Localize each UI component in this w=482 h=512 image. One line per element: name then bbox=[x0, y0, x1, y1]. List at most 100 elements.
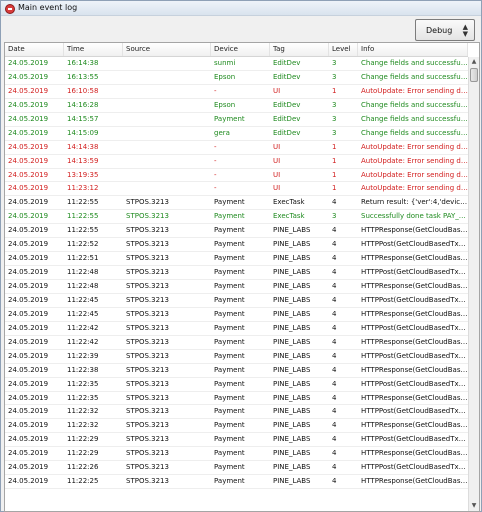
table-row[interactable]: 24.05.2019 11:22:48 STPOS.3213 Payment PINE_… bbox=[5, 266, 468, 280]
column-header-tag[interactable]: Tag bbox=[270, 43, 329, 56]
table-row[interactable]: 24.05.2019 14:15:09 gera EditDev 3 Change fie… bbox=[5, 127, 468, 141]
cell-date: 24.05.2019 bbox=[8, 72, 49, 81]
column-header-level[interactable]: Level bbox=[329, 43, 358, 56]
table-row[interactable]: 24.05.2019 11:22:51 STPOS.3213 Payment PINE_… bbox=[5, 252, 468, 267]
table-row[interactable]: 24.05.2019 11:22:35 STPOS.3213 Payment PINE_… bbox=[5, 378, 468, 392]
cell-level: 4 bbox=[332, 393, 337, 402]
table-row[interactable]: 24.05.2019 16:14:38 sunmi EditDev 3 Change fi… bbox=[5, 57, 468, 71]
table-row[interactable]: 24.05.2019 11:22:45 STPOS.3213 Payment PINE_… bbox=[5, 294, 468, 308]
table-row[interactable]: 24.05.2019 11:22:55 STPOS.3213 Payment PINE_… bbox=[5, 224, 468, 239]
cell-time: 14:16:28 bbox=[67, 100, 99, 109]
table-row[interactable]: 24.05.2019 11:23:12 - UI 1 AutoUpdate: Error … bbox=[5, 182, 468, 197]
cell-source bbox=[123, 113, 211, 126]
cell-source: STPOS.3213 bbox=[126, 421, 169, 430]
cell-tag: EditDev bbox=[273, 72, 301, 81]
table-row[interactable]: 24.05.2019 11:22:55 STPOS.3213 Payment ExecT… bbox=[5, 196, 468, 211]
table-row[interactable]: 24.05.2019 14:13:59 - UI 1 AutoUpdate: Error … bbox=[5, 155, 468, 169]
table-row[interactable]: 24.05.2019 11:22:42 STPOS.3213 Payment PINE_… bbox=[5, 322, 468, 336]
cell-tag: EditDev bbox=[273, 100, 301, 109]
cell-device: Payment bbox=[214, 365, 245, 374]
cell-time: 16:13:55 bbox=[67, 72, 99, 81]
cell-time: 11:22:39 bbox=[67, 351, 99, 360]
table-row[interactable]: 24.05.2019 11:22:39 STPOS.3213 Payment PINE_… bbox=[5, 350, 468, 364]
cell-info: HTTPPost(GetCloudBasedTxn... bbox=[361, 435, 468, 444]
cell-time: 11:22:35 bbox=[67, 393, 99, 402]
window-title: Main event log bbox=[18, 3, 78, 12]
cell-info: HTTPPost(GetCloudBasedTxn... bbox=[361, 295, 468, 304]
cell-tag: PINE_LABS bbox=[273, 463, 311, 472]
table-row[interactable]: 24.05.2019 11:22:32 STPOS.3213 Payment PINE_… bbox=[5, 405, 468, 420]
cell-date: 24.05.2019 bbox=[8, 477, 49, 486]
event-table: Date Time Source Device Tag Level Info 2… bbox=[4, 42, 480, 512]
column-header-device[interactable]: Device bbox=[211, 43, 270, 56]
column-header-info[interactable]: Info bbox=[358, 43, 468, 56]
cell-time: 11:23:12 bbox=[67, 184, 99, 193]
cell-device: Payment bbox=[214, 240, 245, 249]
cell-device: Payment bbox=[214, 435, 245, 444]
table-row[interactable]: 24.05.2019 11:22:45 STPOS.3213 Payment PINE_… bbox=[5, 308, 468, 322]
vertical-scrollbar[interactable]: ▲ ▼ bbox=[468, 57, 479, 511]
table-row[interactable]: 24.05.2019 11:22:55 STPOS.3213 Payment ExecT… bbox=[5, 210, 468, 225]
cell-level: 4 bbox=[332, 309, 337, 318]
scroll-down-icon[interactable]: ▼ bbox=[469, 501, 479, 511]
cell-source: STPOS.3213 bbox=[126, 198, 169, 207]
cell-level: 3 bbox=[332, 100, 337, 109]
cell-tag: PINE_LABS bbox=[273, 407, 311, 416]
cell-time: 16:10:58 bbox=[67, 86, 99, 95]
table-row[interactable]: 24.05.2019 11:22:32 STPOS.3213 Payment PINE_… bbox=[5, 419, 468, 434]
table-row[interactable]: 24.05.2019 11:22:26 STPOS.3213 Payment PINE_… bbox=[5, 461, 468, 476]
cell-time: 13:19:35 bbox=[67, 170, 99, 179]
cell-date: 24.05.2019 bbox=[8, 421, 49, 430]
cell-tag: EditDev bbox=[273, 59, 301, 67]
cell-date: 24.05.2019 bbox=[8, 240, 49, 249]
cell-device: Payment bbox=[214, 212, 245, 221]
table-row[interactable]: 24.05.2019 11:22:29 STPOS.3213 Payment PINE_… bbox=[5, 433, 468, 448]
cell-source bbox=[123, 127, 211, 140]
cell-device: Payment bbox=[214, 226, 245, 235]
cell-time: 11:22:48 bbox=[67, 282, 99, 290]
table-row[interactable]: 24.05.2019 11:22:52 STPOS.3213 Payment PINE_… bbox=[5, 238, 468, 253]
cell-time: 11:22:52 bbox=[67, 240, 99, 249]
table-row[interactable]: 24.05.2019 11:22:25 STPOS.3213 Payment PINE_… bbox=[5, 475, 468, 490]
cell-time: 14:15:09 bbox=[67, 128, 99, 137]
cell-time: 11:22:25 bbox=[67, 477, 99, 486]
column-header-source[interactable]: Source bbox=[123, 43, 211, 56]
cell-level: 4 bbox=[332, 226, 337, 235]
cell-level: 3 bbox=[332, 59, 337, 67]
table-row[interactable]: 24.05.2019 14:15:57 Payment EditDev 3 Change … bbox=[5, 113, 468, 127]
table-row[interactable]: 24.05.2019 11:22:42 STPOS.3213 Payment PINE_… bbox=[5, 336, 468, 350]
table-row[interactable]: 24.05.2019 16:13:55 Epson EditDev 3 Change fi… bbox=[5, 71, 468, 85]
event-log-window: Main event log Debug ▲ ▼ Date Time Source… bbox=[0, 0, 482, 512]
cell-date: 24.05.2019 bbox=[8, 254, 49, 263]
table-row[interactable]: 24.05.2019 11:22:29 STPOS.3213 Payment PINE_… bbox=[5, 447, 468, 462]
table-row[interactable]: 24.05.2019 13:19:35 - UI 1 AutoUpdate: Error … bbox=[5, 169, 468, 183]
cell-info: Change fields and successfull... bbox=[361, 72, 468, 81]
table-row[interactable]: 24.05.2019 11:22:48 STPOS.3213 Payment PINE_… bbox=[5, 280, 468, 294]
cell-device: Payment bbox=[214, 407, 245, 416]
scrollbar-thumb[interactable] bbox=[470, 68, 478, 82]
cell-date: 24.05.2019 bbox=[8, 282, 49, 290]
cell-time: 11:22:26 bbox=[67, 463, 99, 472]
cell-device: Payment bbox=[214, 282, 245, 290]
cell-info: HTTPResponse(GetCloudBasedTxn... bbox=[361, 421, 468, 430]
scroll-up-icon[interactable]: ▲ bbox=[469, 57, 479, 67]
cell-tag: PINE_LABS bbox=[273, 268, 311, 277]
table-row[interactable]: 24.05.2019 11:22:38 STPOS.3213 Payment PINE_… bbox=[5, 364, 468, 378]
log-level-select[interactable]: Debug ▲ ▼ bbox=[415, 19, 475, 41]
table-row[interactable]: 24.05.2019 14:16:28 Epson EditDev 3 Change fi… bbox=[5, 99, 468, 113]
column-header-time[interactable]: Time bbox=[64, 43, 123, 56]
cell-level: 3 bbox=[332, 212, 337, 221]
cell-source: STPOS.3213 bbox=[126, 477, 169, 486]
cell-date: 24.05.2019 bbox=[8, 309, 49, 318]
cell-source bbox=[123, 155, 211, 168]
cell-info: HTTPPost(GetCloudBasedTxn... bbox=[361, 323, 468, 332]
cell-info: Change fields and successfull... bbox=[361, 128, 468, 137]
cell-info: Change fields and successfull... bbox=[361, 114, 468, 123]
cell-level: 3 bbox=[332, 114, 337, 123]
table-row[interactable]: 24.05.2019 14:14:38 - UI 1 AutoUpdate: Error … bbox=[5, 141, 468, 155]
column-header-date[interactable]: Date bbox=[5, 43, 64, 56]
cell-tag: PINE_LABS bbox=[273, 240, 311, 249]
cell-device: Epson bbox=[214, 72, 236, 81]
table-row[interactable]: 24.05.2019 16:10:58 - UI 1 AutoUpdate: Error … bbox=[5, 85, 468, 99]
table-row[interactable]: 24.05.2019 11:22:35 STPOS.3213 Payment PINE_… bbox=[5, 392, 468, 406]
